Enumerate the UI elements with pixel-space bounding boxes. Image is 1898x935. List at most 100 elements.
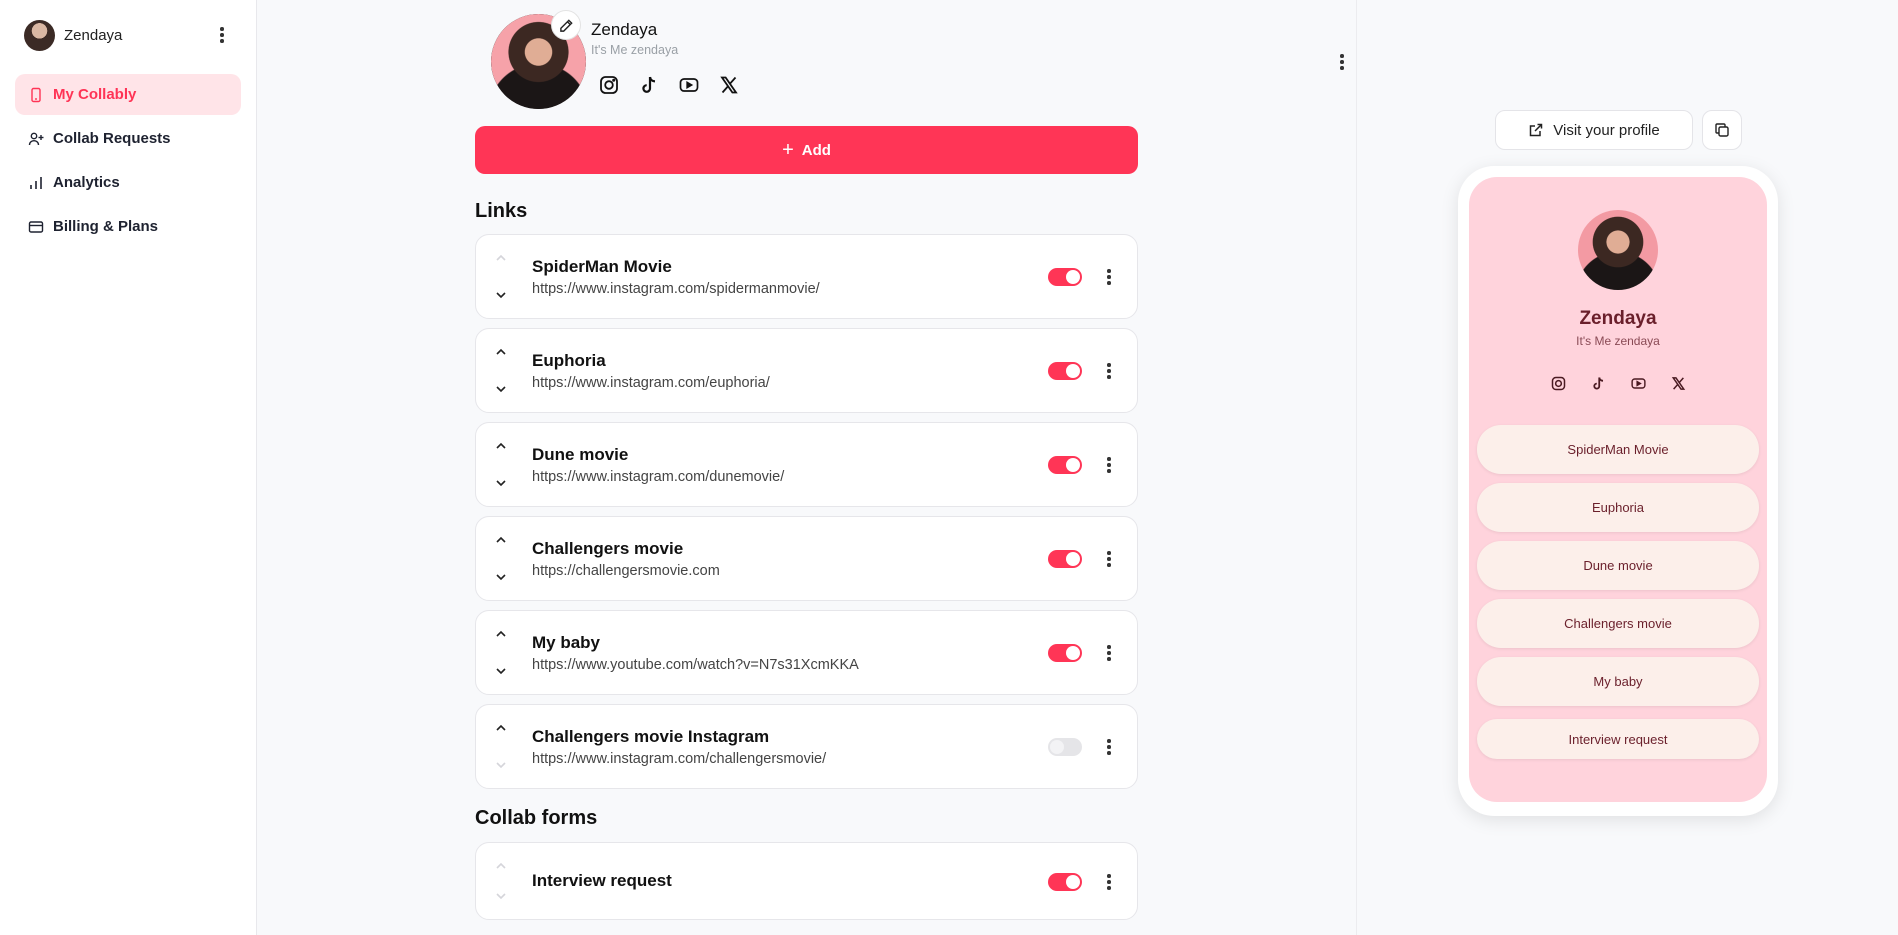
move-down-icon[interactable] [492,756,510,774]
phone-icon [31,87,41,102]
move-down-icon[interactable] [492,662,510,680]
reorder-controls [492,705,512,788]
youtube-icon[interactable] [1628,373,1648,393]
link-toggle[interactable] [1048,644,1082,662]
preview-avatar [1578,210,1658,290]
link-toggle[interactable] [1048,456,1082,474]
collab-forms-heading: Collab forms [475,807,598,829]
reorder-controls [492,611,512,694]
link-title: SpiderMan Movie [532,257,672,276]
preview-link-button[interactable]: Euphoria [1477,483,1759,532]
link-toggle[interactable] [1048,268,1082,286]
reorder-controls [492,843,512,919]
reorder-controls [492,423,512,506]
preview-link-button[interactable]: Dune movie [1477,541,1759,590]
sidebar-item-label: Analytics [53,174,120,191]
preview-bio: It's Me zendaya [1576,334,1660,348]
external-link-icon [1530,123,1543,137]
link-card: Challengers movie https://challengersmovi… [475,516,1138,601]
link-title: Euphoria [532,351,606,370]
link-more-icon[interactable] [1099,455,1119,475]
move-up-icon[interactable] [492,531,510,549]
link-title: Challengers movie Instagram [532,727,770,746]
link-more-icon[interactable] [1099,643,1119,663]
add-button[interactable]: + Add [475,126,1138,174]
preview-name: Zendaya [1579,308,1657,329]
preview-link-button[interactable]: SpiderMan Movie [1477,425,1759,474]
move-up-icon[interactable] [492,249,510,267]
preview-link-button[interactable]: My baby [1477,657,1759,706]
copy-link-button[interactable] [1702,110,1742,150]
move-up-icon[interactable] [492,625,510,643]
tiktok-icon[interactable] [1588,373,1608,393]
visit-profile-label: Visit your profile [1553,121,1660,139]
instagram-icon[interactable] [1548,373,1568,393]
sidebar-item-my-collably[interactable]: My Collably [15,74,241,115]
sidebar-item-billing[interactable]: Billing & Plans [15,206,241,247]
link-url: https://www.instagram.com/euphoria/ [532,375,770,391]
move-up-icon[interactable] [492,857,510,875]
youtube-icon[interactable] [677,73,701,97]
preview-form-button[interactable]: Interview request [1477,719,1759,759]
sidebar-item-analytics[interactable]: Analytics [15,162,241,203]
user-menu[interactable]: Zendaya [0,0,256,52]
sidebar-nav: My Collably Collab Requests Analytics Bi… [0,74,256,247]
form-title: Interview request [532,871,672,890]
reorder-controls [492,517,512,600]
move-down-icon[interactable] [492,568,510,586]
user-more-icon[interactable] [212,25,232,45]
form-toggle[interactable] [1048,873,1082,891]
x-icon[interactable] [717,73,741,97]
move-down-icon[interactable] [492,474,510,492]
link-url: https://www.instagram.com/spidermanmovie… [532,281,820,297]
link-title: My baby [532,633,601,652]
profile-more-icon[interactable] [1332,52,1352,72]
link-card: My baby https://www.youtube.com/watch?v=N… [475,610,1138,695]
move-up-icon[interactable] [492,437,510,455]
add-button-label: Add [801,141,831,159]
sidebar-item-label: Collab Requests [53,130,171,147]
social-links [597,73,741,97]
credit-card-icon [28,220,44,233]
instagram-icon[interactable] [597,73,621,97]
move-down-icon[interactable] [492,887,510,905]
tiktok-icon[interactable] [637,73,661,97]
link-toggle[interactable] [1048,550,1082,568]
link-more-icon[interactable] [1099,267,1119,287]
move-down-icon[interactable] [492,380,510,398]
link-more-icon[interactable] [1099,549,1119,569]
form-more-icon[interactable] [1099,872,1119,892]
link-card: SpiderMan Movie https://www.instagram.com… [475,234,1138,319]
link-more-icon[interactable] [1099,361,1119,381]
link-card: Challengers movie Instagram https://www.i… [475,704,1138,789]
reorder-controls [492,235,512,318]
sidebar-item-label: Billing & Plans [53,218,159,235]
link-toggle[interactable] [1048,738,1082,756]
link-title: Dune movie [532,445,629,464]
link-url: https://challengersmovie.com [532,563,720,579]
avatar[interactable] [24,19,55,51]
sidebar: Zendaya My Collably Collab Requests Anal… [0,0,257,935]
move-up-icon[interactable] [492,343,510,361]
link-url: https://www.instagram.com/dunemovie/ [532,469,785,485]
profile-bio: It's Me zendaya [591,43,679,57]
link-card: Euphoria https://www.instagram.com/euphor… [475,328,1138,413]
preview-link-button[interactable]: Challengers movie [1477,599,1759,648]
bar-chart-icon [30,176,42,189]
phone-screen: Zendaya It's Me zendaya SpiderMan Movie E… [1469,177,1767,802]
copy-icon [1715,123,1729,137]
link-title: Challengers movie [532,539,684,558]
profile-header: Zendaya It's Me zendaya [484,10,1344,112]
move-up-icon[interactable] [492,719,510,737]
x-icon[interactable] [1668,373,1688,393]
plus-icon: + [782,139,794,161]
sidebar-item-collab-requests[interactable]: Collab Requests [15,118,241,159]
phone-preview: Zendaya It's Me zendaya SpiderMan Movie E… [1458,166,1778,816]
link-toggle[interactable] [1048,362,1082,380]
pencil-icon [559,18,573,32]
link-url: https://www.instagram.com/challengersmov… [532,751,827,767]
move-down-icon[interactable] [492,286,510,304]
edit-profile-button[interactable] [551,10,581,40]
visit-profile-button[interactable]: Visit your profile [1495,110,1693,150]
link-more-icon[interactable] [1099,737,1119,757]
